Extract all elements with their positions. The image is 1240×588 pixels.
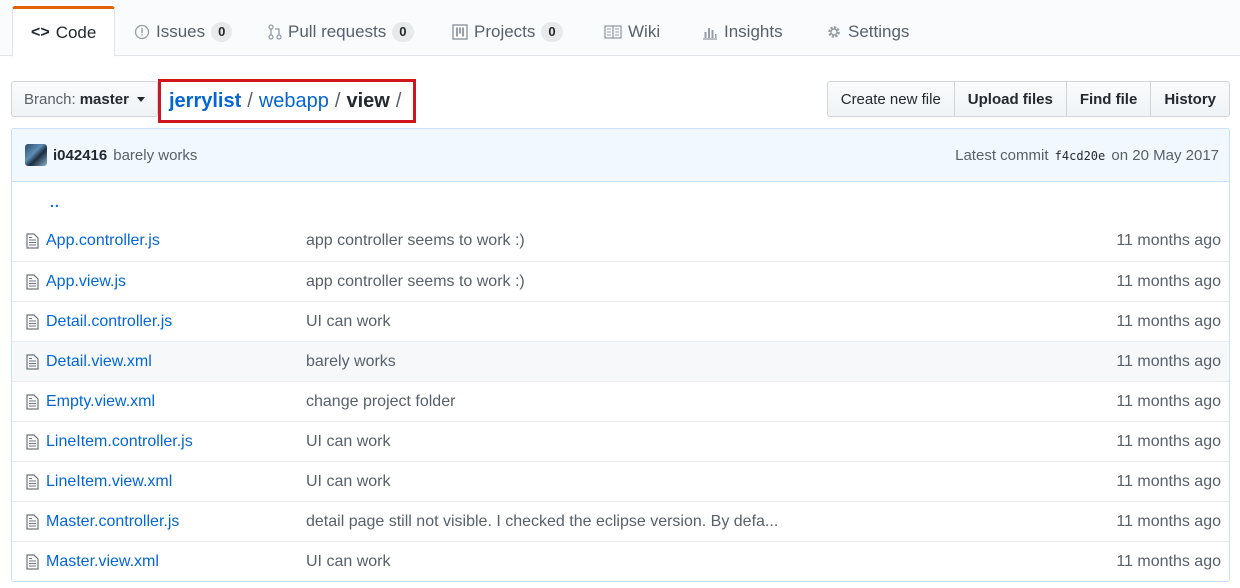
file-commit-message[interactable]: UI can work [306, 553, 390, 571]
file-icon [26, 314, 39, 335]
file-icon [26, 514, 39, 535]
file-age: 11 months ago [1116, 312, 1221, 330]
tab-projects[interactable]: Projects 0 [452, 8, 563, 56]
commit-date: on 20 May 2017 [1111, 146, 1219, 164]
code-icon: <> [31, 23, 50, 41]
commit-sha[interactable]: f4cd20e [1055, 149, 1106, 163]
file-icon [26, 434, 39, 455]
history-button[interactable]: History [1150, 81, 1230, 117]
project-icon [452, 24, 468, 40]
table-row: Master.controller.js detail page still n… [12, 501, 1229, 541]
tab-label: Insights [724, 22, 783, 41]
table-row: LineItem.controller.js UI can work 11 mo… [12, 421, 1229, 461]
file-icon [26, 394, 39, 415]
graph-icon [703, 28, 717, 40]
find-file-button[interactable]: Find file [1065, 81, 1152, 117]
tab-label: Wiki [628, 22, 661, 41]
pr-counter: 0 [392, 22, 414, 42]
chevron-down-icon [136, 96, 145, 102]
file-commit-message[interactable]: app controller seems to work :) [306, 232, 525, 250]
book-icon [604, 25, 622, 39]
file-commit-message[interactable]: barely works [306, 353, 396, 371]
file-icon [26, 354, 39, 375]
tab-wiki[interactable]: Wiki [604, 8, 660, 56]
table-row: Detail.controller.js UI can work 11 mont… [12, 301, 1229, 341]
file-age: 11 months ago [1116, 352, 1221, 370]
file-name-link[interactable]: App.view.js [46, 273, 126, 291]
file-age: 11 months ago [1116, 472, 1221, 490]
breadcrumb-separator: / [334, 89, 341, 112]
tab-label: Pull requests [288, 22, 387, 41]
upload-files-button[interactable]: Upload files [953, 81, 1067, 117]
file-commit-message[interactable]: UI can work [306, 313, 390, 331]
branch-name: master [79, 90, 129, 108]
issue-icon [134, 24, 150, 40]
breadcrumb-separator: / [395, 89, 402, 112]
branch-label: Branch: [24, 90, 76, 108]
file-name-link[interactable]: LineItem.view.xml [46, 473, 172, 491]
file-commit-message[interactable]: app controller seems to work :) [306, 273, 525, 291]
table-row: Detail.view.xml barely works 11 months a… [12, 341, 1229, 381]
parent-directory-row: .. [12, 182, 1229, 221]
commit-tease: i042416 barely works Latest commit f4cd2… [11, 128, 1230, 182]
file-name-link[interactable]: App.controller.js [46, 232, 160, 250]
latest-commit-prefix: Latest commit [955, 146, 1049, 164]
file-commit-message[interactable]: detail page still not visible. I checked… [306, 513, 778, 531]
file-age: 11 months ago [1116, 272, 1221, 290]
tab-label: Issues [156, 22, 206, 41]
file-icon [26, 233, 39, 254]
branch-select-button[interactable]: Branch: master [11, 81, 158, 117]
table-row: App.controller.js app controller seems t… [12, 221, 1229, 261]
file-commit-message[interactable]: UI can work [306, 473, 390, 491]
file-age: 11 months ago [1116, 432, 1221, 450]
projects-counter: 0 [541, 22, 563, 42]
commit-author[interactable]: i042416 [53, 147, 107, 164]
tab-issues[interactable]: Issues 0 [134, 8, 233, 56]
file-age: 11 months ago [1116, 232, 1221, 249]
table-row: App.view.js app controller seems to work… [12, 261, 1229, 301]
tab-insights[interactable]: Insights [702, 8, 783, 56]
tab-label: Settings [848, 22, 910, 41]
file-name-link[interactable]: Master.controller.js [46, 513, 179, 531]
repo-nav: <> Code Issues 0 Pull requests 0 Project… [0, 0, 1240, 57]
file-name-link[interactable]: Detail.controller.js [46, 313, 172, 331]
parent-directory-link[interactable]: .. [50, 194, 60, 210]
breadcrumb-separator: / [247, 89, 253, 112]
file-commit-message[interactable]: UI can work [306, 433, 390, 451]
file-name-link[interactable]: Master.view.xml [46, 553, 159, 571]
issues-counter: 0 [211, 22, 233, 42]
file-age: 11 months ago [1116, 552, 1221, 570]
latest-commit-info: Latest commit f4cd20e on 20 May 2017 [955, 147, 1219, 164]
file-name-link[interactable]: LineItem.controller.js [46, 433, 193, 451]
commit-message[interactable]: barely works [113, 147, 197, 164]
create-new-file-button[interactable]: Create new file [826, 81, 955, 117]
breadcrumb: jerrylist / webapp / view / [158, 79, 416, 123]
file-commit-message[interactable]: change project folder [306, 393, 455, 411]
tab-code[interactable]: <> Code [12, 6, 116, 57]
table-row: Master.view.xml UI can work 11 months ag… [12, 541, 1229, 581]
tab-pull-requests[interactable]: Pull requests 0 [268, 8, 414, 56]
file-name-link[interactable]: Empty.view.xml [46, 393, 155, 411]
file-age: 11 months ago [1116, 512, 1221, 530]
pull-request-icon [268, 24, 282, 40]
tab-settings[interactable]: Settings [826, 8, 909, 56]
file-icon [26, 554, 39, 575]
table-row: Empty.view.xml change project folder 11 … [12, 381, 1229, 421]
avatar[interactable] [25, 144, 47, 166]
file-name-link[interactable]: Detail.view.xml [46, 353, 152, 371]
breadcrumb-folder-link[interactable]: webapp [259, 90, 329, 113]
file-list: .. App.controller.js app controller seem… [11, 182, 1230, 582]
breadcrumb-current: view [346, 89, 390, 112]
breadcrumb-repo-link[interactable]: jerrylist [169, 90, 241, 113]
tab-label: Code [55, 22, 97, 42]
file-age: 11 months ago [1116, 392, 1221, 410]
tab-label: Projects [474, 22, 536, 41]
gear-icon [828, 26, 840, 38]
file-icon [26, 274, 39, 295]
table-row: LineItem.view.xml UI can work 11 months … [12, 461, 1229, 501]
file-icon [26, 474, 39, 495]
file-actions: Create new file Upload files Find file H… [826, 81, 1230, 117]
